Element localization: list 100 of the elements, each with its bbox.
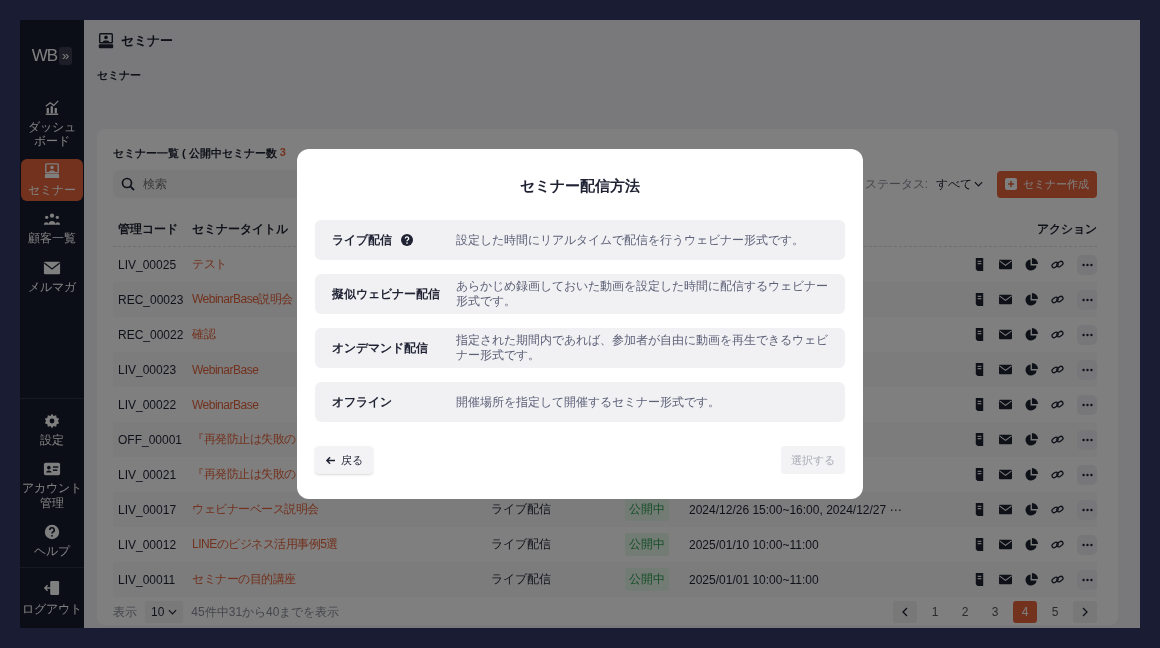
document-icon[interactable] xyxy=(973,328,986,341)
pie-chart-icon[interactable] xyxy=(1025,293,1038,306)
envelope-icon[interactable] xyxy=(999,398,1012,411)
page-button[interactable]: 1 xyxy=(923,601,947,623)
envelope-icon[interactable] xyxy=(999,363,1012,376)
back-button[interactable]: 戻る xyxy=(315,446,373,474)
pie-chart-icon[interactable] xyxy=(1025,363,1038,376)
status-filter-dropdown[interactable]: すべて xyxy=(936,175,983,193)
pie-chart-icon[interactable] xyxy=(1025,538,1038,551)
envelope-icon[interactable] xyxy=(999,258,1012,271)
seminar-title-link[interactable]: LINEのビジネス活用事例5選 xyxy=(192,536,338,553)
pie-chart-icon[interactable] xyxy=(1025,573,1038,586)
delivery-option[interactable]: オンデマンド配信 指定された期間内であれば、参加者が自由に動画を再生できるウェビナー形式です。 xyxy=(315,328,845,368)
pie-chart-icon[interactable] xyxy=(1025,468,1038,481)
envelope-icon[interactable] xyxy=(999,468,1012,481)
more-button[interactable] xyxy=(1077,324,1097,345)
help-icon[interactable] xyxy=(401,234,413,246)
sidebar-label: ボード xyxy=(34,134,70,149)
sidebar-item[interactable]: アカウント 管理 xyxy=(21,457,83,515)
pie-chart-icon[interactable] xyxy=(1025,398,1038,411)
sidebar-item[interactable]: ヘルプ xyxy=(21,520,83,563)
envelope-icon[interactable] xyxy=(999,433,1012,446)
seminar-title-link[interactable]: 『再発防止は失敗の xyxy=(192,431,296,448)
delivery-option[interactable]: ライブ配信 設定した時間にリアルタイムで配信を行うウェビナー形式です。 xyxy=(315,220,845,260)
table-cell-text: LIV_00023 xyxy=(118,362,178,377)
more-button[interactable] xyxy=(1077,429,1097,450)
seminar-title-link[interactable]: 確認 xyxy=(192,326,215,343)
page-button[interactable]: 4 xyxy=(1013,601,1037,623)
page-button[interactable]: 2 xyxy=(953,601,977,623)
logo[interactable]: WB xyxy=(31,46,58,66)
option-description: 設定した時間にリアルタイムで配信を行うウェビナー形式です。 xyxy=(456,232,804,248)
link-icon[interactable] xyxy=(1051,293,1064,306)
envelope-icon[interactable] xyxy=(999,538,1012,551)
seminar-title-link[interactable]: ウェビナーベース説明会 xyxy=(192,501,319,518)
sidebar-label: ヘルプ xyxy=(34,544,70,559)
document-icon[interactable] xyxy=(973,573,986,586)
sidebar-item[interactable]: メルマガ xyxy=(21,255,83,298)
seminar-title-link[interactable]: 『再発防止は失敗の xyxy=(192,466,296,483)
ellipsis-icon xyxy=(1081,297,1093,302)
page-button[interactable]: 5 xyxy=(1043,601,1067,623)
document-icon[interactable] xyxy=(973,293,986,306)
option-description: 開催場所を指定して開催するセミナー形式です。 xyxy=(456,394,720,410)
pie-chart-icon[interactable] xyxy=(1025,433,1038,446)
link-icon[interactable] xyxy=(1051,573,1064,586)
envelope-icon[interactable] xyxy=(999,573,1012,586)
status-badge: 公開中 xyxy=(625,498,669,521)
create-seminar-button[interactable]: セミナー作成 xyxy=(997,170,1097,198)
seminar-title-link[interactable]: WebinarBase説明会 xyxy=(192,291,293,308)
seminar-title-link[interactable]: テスト xyxy=(192,256,227,273)
logout-button[interactable]: ログアウト xyxy=(21,575,83,620)
link-icon[interactable] xyxy=(1051,258,1064,271)
table-cell-text: REC_00023 xyxy=(118,292,185,307)
delivery-option[interactable]: 擬似ウェビナー配信 あらかじめ録画しておいた動画を設定した時間に配信するウェビナー形式です。 xyxy=(315,274,845,314)
seminar-title-link[interactable]: WebinarBase xyxy=(192,397,259,412)
document-icon[interactable] xyxy=(973,538,986,551)
breadcrumb[interactable]: セミナー xyxy=(97,68,1118,83)
page-size-dropdown[interactable]: 10 xyxy=(145,601,184,623)
more-button[interactable] xyxy=(1077,499,1097,520)
envelope-icon[interactable] xyxy=(999,328,1012,341)
sidebar-item[interactable]: セミナー xyxy=(21,158,83,202)
more-button[interactable] xyxy=(1077,254,1097,275)
table-cell-text: ライブ配信 xyxy=(491,501,552,518)
link-icon[interactable] xyxy=(1051,503,1064,516)
expand-button[interactable]: » xyxy=(59,47,73,65)
sidebar-item[interactable]: 顧客一覧 xyxy=(21,207,83,250)
more-button[interactable] xyxy=(1077,289,1097,310)
link-icon[interactable] xyxy=(1051,363,1064,376)
seminar-title-link[interactable]: セミナーの目的講座 xyxy=(192,571,296,588)
sidebar-item[interactable]: 設定 xyxy=(21,409,83,452)
page-button[interactable]: 3 xyxy=(983,601,1007,623)
option-label: オンデマンド配信 xyxy=(332,339,428,357)
logout-icon xyxy=(43,579,61,596)
pie-chart-icon[interactable] xyxy=(1025,258,1038,271)
link-icon[interactable] xyxy=(1051,328,1064,341)
ellipsis-icon xyxy=(1081,472,1093,477)
link-icon[interactable] xyxy=(1051,433,1064,446)
link-icon[interactable] xyxy=(1051,538,1064,551)
document-icon[interactable] xyxy=(973,363,986,376)
link-icon[interactable] xyxy=(1051,468,1064,481)
more-button[interactable] xyxy=(1077,464,1097,485)
sidebar-item[interactable]: ダッシュ ボード xyxy=(21,96,83,153)
document-icon[interactable] xyxy=(973,503,986,516)
document-icon[interactable] xyxy=(973,433,986,446)
arrow-left-icon xyxy=(325,455,336,465)
envelope-icon[interactable] xyxy=(999,293,1012,306)
pie-chart-icon[interactable] xyxy=(1025,503,1038,516)
ellipsis-icon xyxy=(1081,402,1093,407)
more-button[interactable] xyxy=(1077,394,1097,415)
delivery-option[interactable]: オフライン 開催場所を指定して開催するセミナー形式です。 xyxy=(315,382,845,422)
more-button[interactable] xyxy=(1077,569,1097,590)
pie-chart-icon[interactable] xyxy=(1025,328,1038,341)
seminar-title-link[interactable]: WebinarBase xyxy=(192,362,259,377)
document-icon[interactable] xyxy=(973,468,986,481)
document-icon[interactable] xyxy=(973,398,986,411)
link-icon[interactable] xyxy=(1051,398,1064,411)
more-button[interactable] xyxy=(1077,534,1097,555)
column-header: セミナータイトル xyxy=(192,220,289,238)
document-icon[interactable] xyxy=(973,258,986,271)
envelope-icon[interactable] xyxy=(999,503,1012,516)
more-button[interactable] xyxy=(1077,359,1097,380)
